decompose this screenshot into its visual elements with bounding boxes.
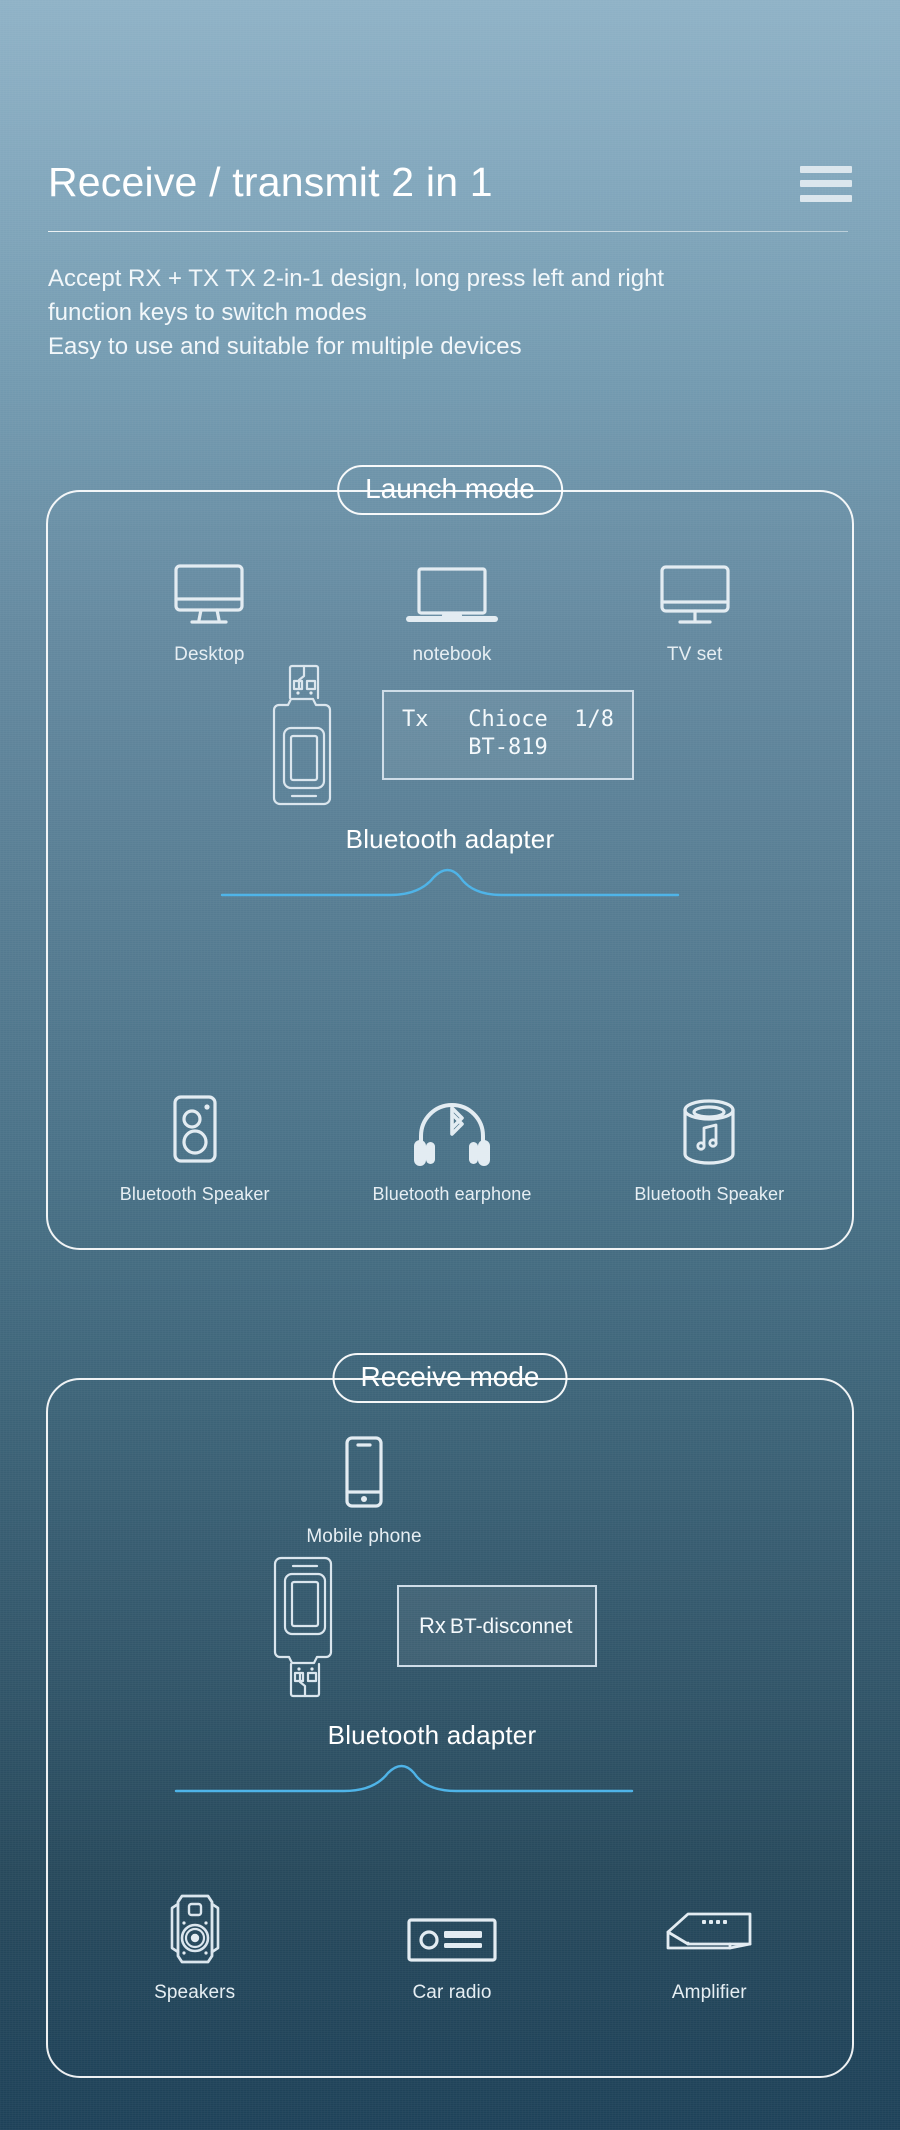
hamburger-bar [800,165,852,173]
adapter-row: Rx BT-disconnet [30,1550,834,1702]
tx-status-display: Tx Chioce 1/8 BT-819 [382,689,634,781]
launch-mode-title: Launch mode [337,465,563,515]
receive-adapter-block: Rx BT-disconnet Bluetooth adapter [48,1550,852,1801]
tx-device-name: BT-819 [468,735,548,760]
adapter-label: Bluetooth adapter [345,824,555,854]
studio-monitor-speaker-icon [164,1888,226,1966]
receive-source-row: Mobile phone [48,1432,852,1548]
page-title: Receive / transmit 2 in 1 [48,159,493,205]
header-subtitle: Accept RX + TX TX 2-in-1 design, long pr… [48,262,852,364]
device-label: Bluetooth Speaker [119,1184,270,1204]
tx-choice-label: Chioce [468,706,548,732]
subtitle-line: function keys to switch modes [48,299,367,327]
device-label: Amplifier [671,1982,747,2003]
device-label: Car radio [412,1982,492,2003]
signal-wave-divider [220,868,680,897]
receive-mode-panel: Receive mode Mobile phone Rx BT-disconne… [46,1353,854,2078]
headphones-bluetooth-icon [406,1090,498,1168]
rx-status-text: BT-disconnet [449,1615,573,1638]
device-label: Mobile phone [306,1526,422,1547]
device-car-radio: Car radio [342,1888,562,2004]
device-label: Speakers [154,1982,236,2003]
device-amplifier: Amplifier [599,1888,819,2004]
rx-status-display: Rx BT-disconnet [397,1585,597,1667]
header: Receive / transmit 2 in 1 Accept RX + TX… [48,159,852,364]
adapter-row: Tx Chioce 1/8 BT-819 [48,660,852,810]
device-bluetooth-speaker-cylinder: Bluetooth Speaker [599,1090,819,1205]
device-speakers: Speakers [85,1888,305,2004]
header-row: Receive / transmit 2 in 1 [48,159,852,205]
tx-display-line-1: Tx Chioce 1/8 [402,706,614,734]
amplifier-box-icon [662,1888,756,1966]
hamburger-bar [800,180,852,188]
device-label: Bluetooth earphone [372,1184,532,1204]
tv-icon [658,550,732,628]
device-bluetooth-earphone: Bluetooth earphone [342,1090,562,1205]
subtitle-line: Easy to use and suitable for multiple de… [48,333,522,361]
usb-bluetooth-dongle-icon [266,660,342,810]
header-divider [48,231,848,233]
launch-mode-panel: Launch mode Desktop notebook TV set Tx C… [46,465,854,1250]
laptop-icon [405,550,498,628]
device-label: Bluetooth Speaker [634,1184,785,1204]
adapter-label: Bluetooth adapter [327,1720,537,1750]
rx-display-line: Rx BT-disconnet [419,1613,575,1639]
hamburger-bar [800,194,852,202]
receive-mode-title: Receive mode [332,1353,568,1403]
device-mobile-phone: Mobile phone [254,1432,474,1548]
tx-mode-tag: Tx [402,706,429,732]
car-stereo-icon [406,1888,498,1966]
device-bluetooth-speaker-box: Bluetooth Speaker [85,1090,305,1205]
signal-wave-divider [174,1764,634,1793]
usb-bluetooth-dongle-flipped-icon [267,1550,343,1702]
mobile-phone-icon [342,1432,386,1510]
subtitle-line: Accept RX + TX TX 2-in-1 design, long pr… [48,265,665,293]
launch-target-row: Bluetooth Speaker Bluetooth earphone Blu… [66,1090,838,1205]
device-tv: TV set [585,550,805,666]
tx-index: 1/8 [574,706,614,732]
product-infographic: Receive / transmit 2 in 1 Accept RX + TX… [0,0,900,2130]
receive-target-row: Speakers Car radio Amplifier [66,1888,838,2004]
rx-mode-tag: Rx [419,1613,446,1638]
launch-adapter-block: Tx Chioce 1/8 BT-819 Bluetooth adapter [48,660,852,905]
hamburger-menu-icon[interactable] [800,164,852,202]
device-notebook: notebook [342,550,562,666]
device-desktop: Desktop [99,550,319,666]
cylinder-speaker-music-icon [677,1090,741,1168]
launch-source-row: Desktop notebook TV set [88,550,816,666]
desktop-monitor-icon [172,550,246,628]
box-speaker-icon [165,1090,225,1168]
